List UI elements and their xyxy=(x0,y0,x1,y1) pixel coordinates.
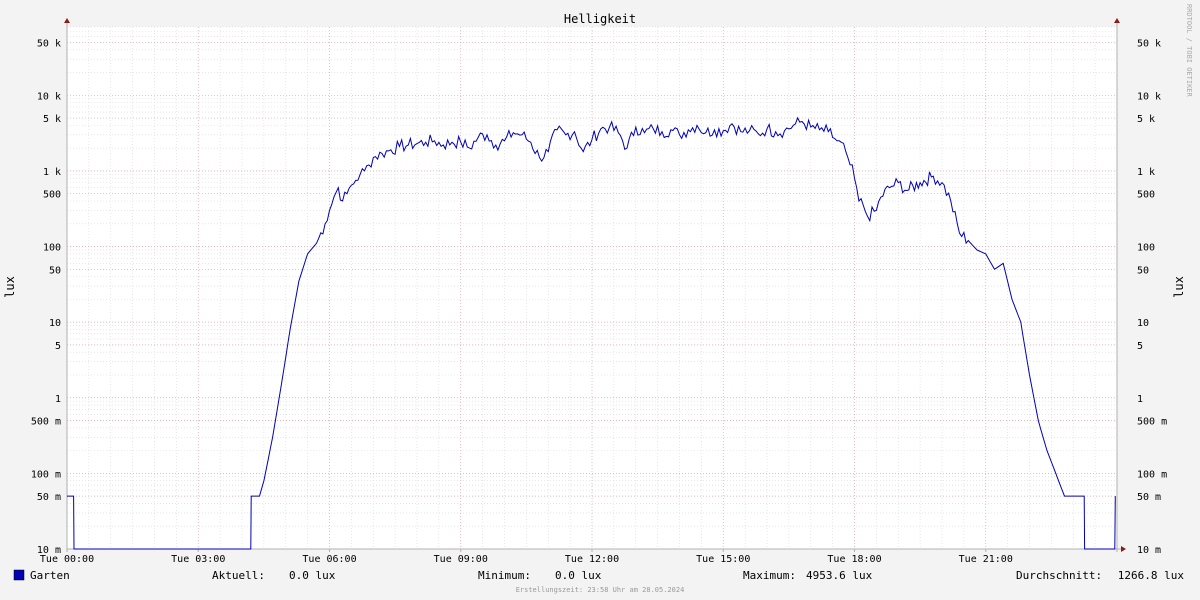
durchschnitt-value: 1266.8 lux xyxy=(1118,569,1185,582)
y-tick-label-right: 100 m xyxy=(1137,469,1167,480)
y-tick-label-left: 10 xyxy=(49,318,61,329)
x-tick-label: Tue 03:00 xyxy=(171,554,225,565)
minimum-value: 0.0 lux xyxy=(555,569,602,582)
x-tick-label: Tue 15:00 xyxy=(696,554,750,565)
footer-timestamp: Erstellungszeit: 23:58 Uhr am 28.05.2024 xyxy=(516,586,685,594)
y-tick-label-right: 500 xyxy=(1137,190,1155,201)
durchschnitt-label: Durchschnitt: xyxy=(1016,569,1102,582)
y-axis-label-left: lux xyxy=(3,276,17,298)
plot-layer: Tue 00:00 Tue 03:00 Tue 06:00 Tue 09:00 Tue … xyxy=(31,18,1167,565)
y-tick-label-left: 500 m xyxy=(31,417,61,428)
chart-svg: Tue 00:00 Tue 03:00 Tue 06:00 Tue 09:00 Tue … xyxy=(0,0,1200,600)
y-tick-label-left: 100 xyxy=(43,243,61,254)
aktuell-label: Aktuell: xyxy=(212,569,265,582)
maximum-value: 4953.6 lux xyxy=(806,569,873,582)
minimum-label: Minimum: xyxy=(478,569,531,582)
maximum-label: Maximum: xyxy=(743,569,796,582)
legend-series-label: Garten xyxy=(30,569,70,582)
legend-swatch xyxy=(13,569,25,581)
chart-title: Helligkeit xyxy=(564,12,636,26)
side-note: RRDTOOL / TOBI OETIKER xyxy=(1185,4,1193,98)
y-tick-label-right: 5 k xyxy=(1137,114,1155,125)
y-tick-label-right: 1 k xyxy=(1137,167,1155,178)
y-tick-label-left: 100 m xyxy=(31,469,61,480)
y-tick-label-right: 100 xyxy=(1137,243,1155,254)
y-tick-label-left: 10 k xyxy=(37,91,61,102)
chart: Tue 00:00 Tue 03:00 Tue 06:00 Tue 09:00 Tue … xyxy=(0,0,1200,600)
aktuell-value: 0.0 lux xyxy=(289,569,336,582)
y-tick-label-left: 50 m xyxy=(37,492,61,503)
y-axis-label-right: lux xyxy=(1172,276,1186,298)
y-tick-label-left: 50 xyxy=(49,265,61,276)
y-tick-label-left: 1 k xyxy=(43,167,61,178)
y-tick-label-right: 1 xyxy=(1137,394,1143,405)
y-tick-label-left: 5 k xyxy=(43,114,61,125)
y-tick-label-right: 50 xyxy=(1137,265,1149,276)
x-tick-label: Tue 21:00 xyxy=(959,554,1013,565)
y-tick-label-right: 5 xyxy=(1137,341,1143,352)
y-tick-label-left: 50 k xyxy=(37,38,61,49)
y-tick-label-right: 10 m xyxy=(1137,545,1161,556)
y-tick-label-left: 500 xyxy=(43,190,61,201)
x-tick-label: Tue 06:00 xyxy=(302,554,356,565)
y-tick-label-right: 10 k xyxy=(1137,91,1161,102)
x-tick-label: Tue 09:00 xyxy=(434,554,488,565)
y-tick-label-right: 500 m xyxy=(1137,417,1167,428)
y-tick-label-left: 5 xyxy=(55,341,61,352)
y-tick-label-right: 10 xyxy=(1137,318,1149,329)
x-tick-label: Tue 18:00 xyxy=(827,554,881,565)
y-tick-label-left: 10 m xyxy=(37,545,61,556)
y-tick-label-left: 1 xyxy=(55,394,61,405)
x-tick-label: Tue 12:00 xyxy=(565,554,619,565)
y-tick-label-right: 50 k xyxy=(1137,38,1161,49)
y-tick-label-right: 50 m xyxy=(1137,492,1161,503)
